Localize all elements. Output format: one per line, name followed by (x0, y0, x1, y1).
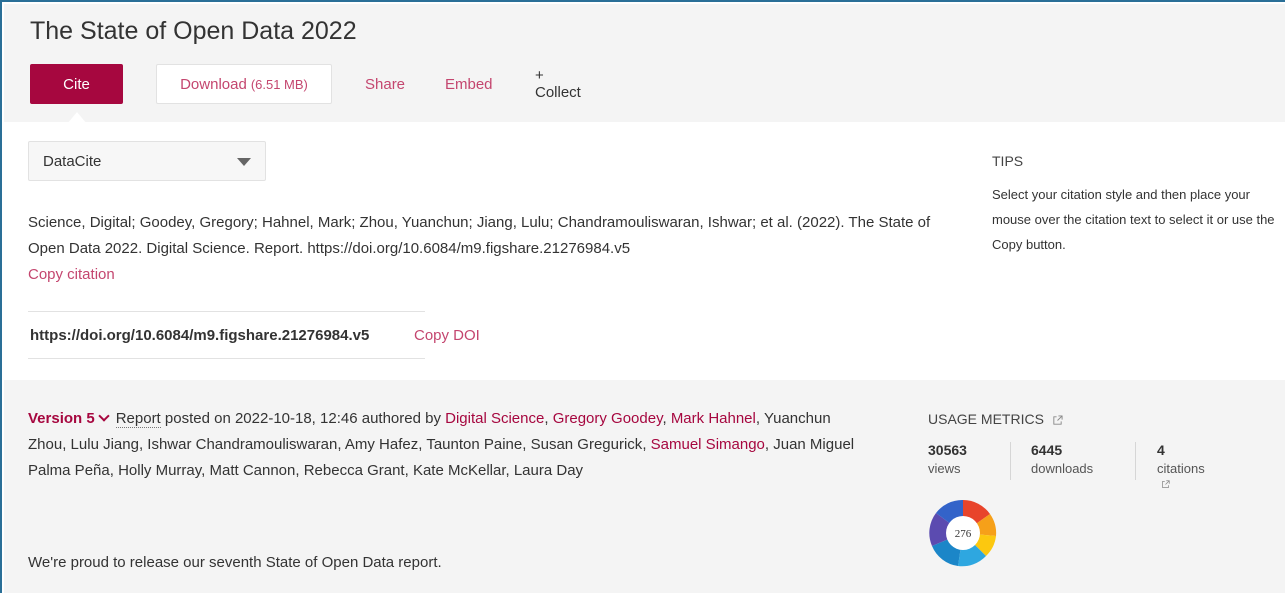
chevron-down-icon (98, 410, 110, 422)
item-metadata: Version 5 Report posted on 2022-10-18, 12… (28, 406, 858, 484)
views-label: views (928, 461, 961, 476)
external-link-icon (1162, 480, 1170, 488)
author-name: Matt Cannon (209, 462, 296, 479)
altmetric-donut-icon: 276 (929, 499, 997, 567)
usage-metrics-label: USAGE METRICS (928, 411, 1044, 427)
citations-count: 4 (1157, 442, 1165, 458)
download-button[interactable]: Download (6.51 MB) (156, 64, 332, 104)
citations-metric[interactable]: 4 citations (1157, 442, 1205, 488)
copy-citation-link[interactable]: Copy citation (28, 262, 948, 288)
tips-heading: TIPS (992, 153, 1024, 169)
item-type[interactable]: Report (115, 410, 161, 428)
doi-text[interactable]: https://doi.org/10.6084/m9.figshare.2127… (30, 327, 369, 344)
altmetric-badge[interactable]: 276 (928, 498, 998, 568)
views-count: 30563 (928, 442, 967, 458)
author-name: Susan Gregurick (530, 436, 643, 453)
author-link[interactable]: Samuel Simango (651, 436, 765, 453)
citation-block: Science, Digital; Goodey, Gregory; Hahne… (28, 210, 948, 288)
external-link-icon (1053, 415, 1063, 425)
citation-text[interactable]: Science, Digital; Goodey, Gregory; Hahne… (28, 214, 930, 257)
author-name: Ishwar Chandramouliswaran (147, 436, 338, 453)
citations-label: citations (1157, 461, 1205, 476)
page-frame: The State of Open Data 2022 Cite Downloa… (0, 0, 1285, 593)
author-link[interactable]: Gregory Goodey (553, 410, 663, 427)
citation-style-select[interactable]: DataCite (28, 141, 266, 181)
author-name: Laura Day (513, 462, 584, 479)
copy-doi-link[interactable]: Copy DOI (414, 327, 480, 344)
item-details: Version 5 Report posted on 2022-10-18, 12… (4, 380, 1285, 593)
embed-link[interactable]: Embed (445, 64, 493, 104)
author-name: Taunton Paine (426, 436, 523, 453)
dropdown-arrow-icon (237, 158, 251, 166)
author-name: Lulu Jiang (70, 436, 139, 453)
posted-text: posted on 2022-10-18, 12:46 authored by (160, 410, 446, 427)
usage-metrics-heading[interactable]: USAGE METRICS (928, 411, 1063, 427)
metric-divider (1135, 442, 1136, 480)
download-label: Download (180, 75, 247, 93)
author-name: Holly Murray (118, 462, 202, 479)
download-size: (6.51 MB) (250, 76, 308, 92)
item-header: The State of Open Data 2022 Cite Downloa… (4, 4, 1285, 124)
tips-text: Select your citation style and then plac… (992, 187, 1275, 252)
item-description: We're proud to release our seventh State… (28, 554, 442, 571)
share-link[interactable]: Share (365, 64, 405, 104)
citation-style-value: DataCite (43, 152, 102, 170)
altmetric-score: 276 (955, 528, 972, 540)
page-title: The State of Open Data 2022 (30, 17, 357, 45)
author-name: Amy Hafez (344, 436, 419, 453)
version-label: Version 5 (28, 410, 95, 427)
author-link[interactable]: Mark Hahnel (671, 410, 756, 427)
metric-divider (1010, 442, 1011, 480)
downloads-metric: 6445 downloads (1031, 442, 1093, 480)
author-link[interactable]: Digital Science (445, 410, 544, 427)
collect-link[interactable]: + Collect (535, 64, 581, 104)
author-name: Rebecca Grant (303, 462, 405, 479)
downloads-label: downloads (1031, 461, 1094, 476)
version-selector[interactable]: Version 5 (28, 410, 116, 427)
author-name: Kate McKellar (412, 462, 506, 479)
downloads-count: 6445 (1031, 442, 1063, 458)
cite-button[interactable]: Cite (30, 64, 123, 104)
views-metric: 30563 views (928, 442, 967, 480)
citation-panel: DataCite Science, Digital; Goodey, Grego… (4, 122, 1285, 380)
citations-label-wrap: citations (1157, 461, 1205, 491)
